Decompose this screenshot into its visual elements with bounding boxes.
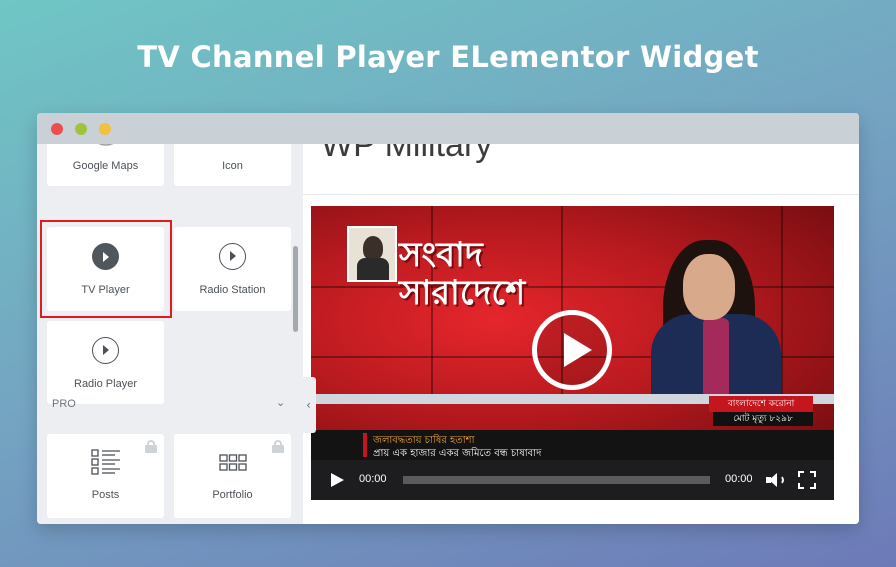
divider	[303, 194, 859, 195]
pro-section-header[interactable]: PRO	[52, 398, 76, 410]
news-ticker: জলাবদ্ধতায় চাষির হতাশা প্রায় এক হাজার …	[311, 430, 834, 460]
collapse-panel-toggle[interactable]: ‹	[301, 377, 316, 433]
portfolio-grid-icon	[219, 454, 247, 471]
widget-label: Posts	[91, 489, 120, 501]
fullscreen-icon[interactable]	[798, 471, 816, 489]
widget-label: Icon	[222, 160, 243, 172]
widget-portfolio[interactable]: Portfolio	[174, 434, 291, 518]
channel-portrait-image	[347, 226, 397, 282]
widget-label: Google Maps	[72, 160, 139, 172]
window-titlebar	[37, 113, 859, 144]
widget-radio-player[interactable]: Radio Player	[47, 321, 164, 404]
widget-icon[interactable]: Icon	[174, 144, 291, 186]
panel-scrollbar[interactable]	[293, 246, 298, 332]
map-icon	[98, 144, 114, 146]
ticker-subline: প্রায় এক হাজার একর জমিতে বন্ধ চাষাবাদ	[373, 448, 542, 459]
lock-icon	[145, 440, 157, 453]
page-headline: TV Channel Player ELementor Widget	[137, 40, 759, 74]
chevron-down-icon[interactable]: ⌄	[276, 396, 285, 409]
current-time: 00:00	[359, 473, 387, 485]
lower-third-tag: বাংলাদেশে করোনা	[709, 396, 813, 412]
video-frame[interactable]: সংবাদ সারাদেশে বাংলাদেশে করোনা মোট মৃত্য…	[311, 206, 834, 460]
widget-label: Portfolio	[212, 489, 253, 501]
app-window: Google Maps Icon TV Player Radio Station…	[37, 113, 859, 524]
channel-logo: সংবাদ সারাদেশে	[399, 235, 526, 313]
page-canvas: WP Military সংবাদ সারাদেশে বাংলাদেশে করো…	[303, 126, 859, 524]
minimize-window-button[interactable]	[75, 123, 87, 135]
duration: 00:00	[725, 473, 753, 485]
posts-list-icon	[91, 449, 120, 475]
lock-icon	[272, 440, 284, 453]
widget-posts[interactable]: Posts	[47, 434, 164, 518]
play-circle-outline-icon	[92, 337, 119, 364]
widget-google-maps[interactable]: Google Maps	[47, 144, 164, 186]
volume-icon[interactable]	[766, 472, 786, 488]
widget-label: Radio Station	[199, 284, 266, 296]
tv-player-highlight	[40, 220, 172, 318]
player-controls: 00:00 00:00	[311, 460, 834, 500]
play-icon[interactable]	[331, 473, 344, 487]
widget-radio-station[interactable]: Radio Station	[174, 227, 291, 311]
lower-third-subtitle: মোট মৃত্যু ৮২৯৮	[713, 412, 813, 426]
big-play-button[interactable]	[532, 310, 612, 390]
play-circle-outline-icon	[219, 243, 246, 270]
widget-panel: Google Maps Icon TV Player Radio Station…	[37, 144, 303, 524]
tv-video-player[interactable]: সংবাদ সারাদেশে বাংলাদেশে করোনা মোট মৃত্য…	[311, 206, 834, 500]
zoom-window-button[interactable]	[99, 123, 111, 135]
star-icon	[224, 144, 242, 146]
close-window-button[interactable]	[51, 123, 63, 135]
widget-label: Radio Player	[74, 378, 137, 390]
seek-bar[interactable]	[403, 476, 710, 484]
